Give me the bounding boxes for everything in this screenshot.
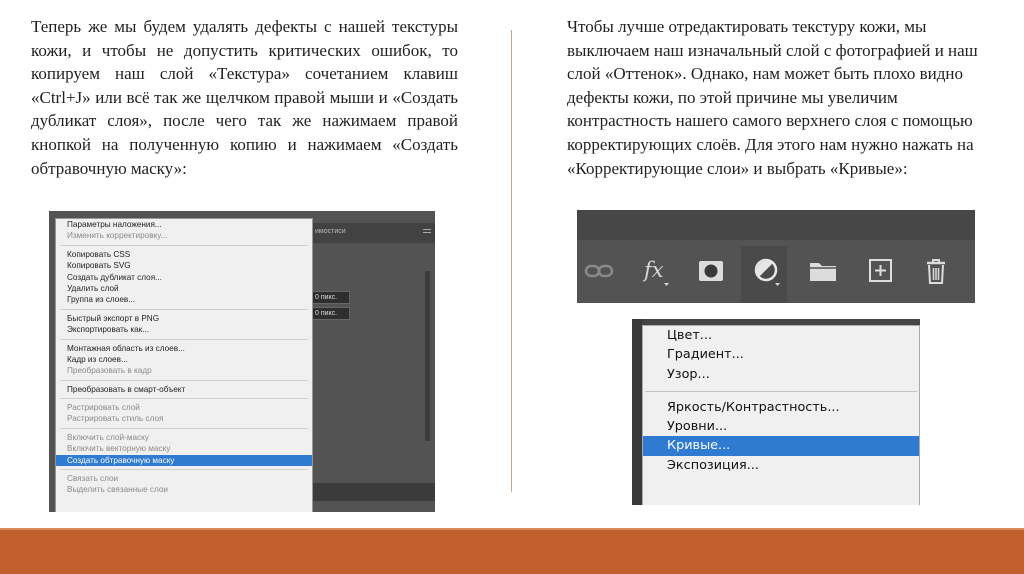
context-menu-item[interactable]: Создать обтравочную маску <box>56 454 312 467</box>
layers-toolbar-screenshot: fx <box>577 210 975 303</box>
left-paragraph: Теперь же мы будем удалять дефекты с наш… <box>31 17 458 178</box>
context-menu-item[interactable]: Создать дубликат слоя... <box>56 272 312 283</box>
context-menu-separator <box>60 244 308 246</box>
context-menu-item: Растрировать слой <box>67 403 140 413</box>
context-menu-item[interactable]: Удалить слой <box>56 283 312 294</box>
adjustment-menu-screenshot: Цвет... Градиент... Узор... Яркость/Контрас… <box>632 319 920 505</box>
panel-menu-icon[interactable] <box>423 229 431 233</box>
context-menu-item[interactable]: Преобразовать в смарт-объект <box>56 384 312 395</box>
context-menu-item[interactable]: Монтажная область из слоев... <box>56 343 312 354</box>
trash-icon[interactable] <box>920 254 952 288</box>
adjustment-menu-item[interactable]: Кривые... <box>643 436 919 456</box>
context-menu-separator <box>60 338 308 340</box>
context-menu-item: Выделить связанные слои <box>67 485 168 495</box>
adjustment-menu-item[interactable]: Уровни... <box>643 417 919 436</box>
context-menu-separator <box>60 469 308 471</box>
context-menu-item: Связать слои <box>67 474 119 484</box>
menu-left-strip <box>632 319 642 505</box>
new-layer-icon[interactable] <box>865 254 897 288</box>
panel-field-1[interactable]: 0 пикс. <box>311 291 350 304</box>
adjustment-menu-item[interactable]: Узор... <box>643 365 919 384</box>
adjustment-menu-item[interactable]: Цвет... <box>643 326 919 345</box>
context-menu-item[interactable]: Группа из слоев... <box>56 294 312 305</box>
context-menu-item: Изменить корректировку... <box>67 231 168 241</box>
context-menu-item[interactable]: Быстрый экспорт в PNG <box>56 313 312 324</box>
adjustment-menu: Цвет... Градиент... Узор... Яркость/Контрас… <box>642 325 920 505</box>
layers-context-menu-screenshot: имостиси 0 пикс. 0 пикс. Параметры налож… <box>49 211 435 512</box>
right-paragraph: Чтобы лучше отредактировать текстуру кож… <box>567 17 978 178</box>
panel-tab-bar: имостиси <box>311 223 435 243</box>
context-menu-item[interactable]: Копировать SVG <box>56 260 312 271</box>
context-menu-item[interactable]: Кадр из слоев... <box>56 354 312 365</box>
adjustment-menu-item[interactable]: Градиент... <box>643 345 919 364</box>
mask-icon[interactable] <box>695 254 727 288</box>
adjustment-menu-separator <box>645 390 917 392</box>
adjustment-menu-item[interactable]: Яркость/Контрастность... <box>643 398 919 417</box>
fx-icon[interactable]: fx <box>640 254 672 288</box>
link-icon[interactable] <box>583 254 615 288</box>
panel-tab-label[interactable]: имостиси <box>315 228 346 235</box>
context-menu-item: Растрировать стиль слоя <box>67 414 164 424</box>
column-divider <box>511 30 512 492</box>
toolbar-top-band <box>577 210 975 240</box>
context-menu-separator <box>60 398 308 400</box>
panel-scrollbar[interactable] <box>425 271 430 441</box>
context-menu-separator <box>60 427 308 429</box>
context-menu-separator <box>60 379 308 381</box>
adjustment-menu-item[interactable]: Экспозиция... <box>643 456 919 475</box>
context-menu-item[interactable]: Параметры наложения... <box>56 219 312 230</box>
context-menu-item[interactable]: Копировать CSS <box>56 249 312 260</box>
panel-lower-bar <box>311 483 435 501</box>
context-menu-item[interactable]: Экспортировать как... <box>56 324 312 335</box>
panel-field-2[interactable]: 0 пикс. <box>311 307 350 320</box>
adjustment-layer-icon[interactable] <box>751 254 783 288</box>
context-menu-item: Включить векторную маску <box>67 444 171 454</box>
context-menu-item: Включить слой-маску <box>67 432 149 442</box>
folder-icon[interactable] <box>807 254 839 288</box>
context-menu-separator <box>60 308 308 310</box>
svg-text:fx: fx <box>642 258 664 282</box>
context-menu: Параметры наложения... Изменить корректир… <box>55 218 313 512</box>
footer-band <box>0 530 1024 574</box>
context-menu-item: Преобразовать в кадр <box>67 366 152 376</box>
